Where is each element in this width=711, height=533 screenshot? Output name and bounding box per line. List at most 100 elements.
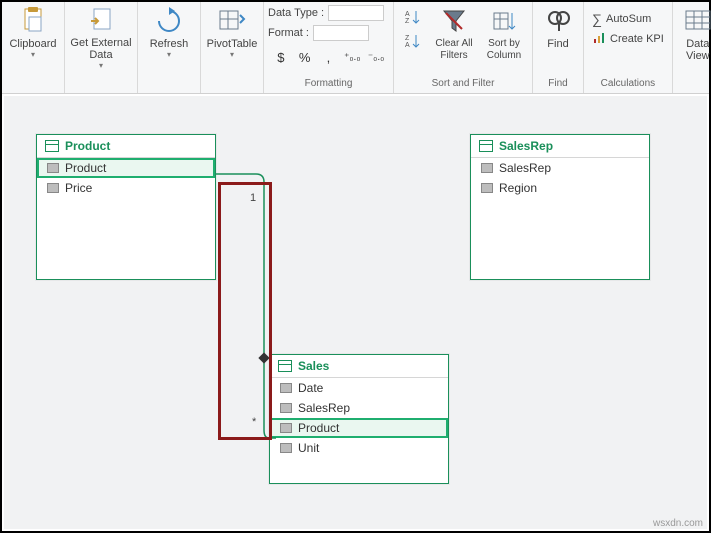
sort-by-column-label: Sort by Column [487, 38, 521, 62]
field-label: Region [499, 181, 537, 195]
column-icon [280, 383, 292, 393]
table-salesrep[interactable]: SalesRep SalesRep Region [470, 134, 650, 280]
formatting-group-label: Formatting [305, 76, 353, 91]
comma-button[interactable]: , [320, 46, 338, 68]
data-view-label: Data View [686, 38, 710, 62]
decrease-decimal-button[interactable]: ⁻₀.₀ [367, 46, 385, 68]
column-icon [47, 163, 59, 173]
table-product-header[interactable]: Product [37, 135, 215, 158]
chevron-down-icon: ▾ [31, 50, 35, 59]
table-icon [45, 140, 59, 152]
sort-by-column-button[interactable]: Sort by Column [480, 4, 528, 70]
field-label: Price [65, 181, 92, 195]
column-icon [47, 183, 59, 193]
group-external-data: Get External Data ▾ [65, 2, 138, 93]
table-sales[interactable]: Sales Date SalesRep Product Unit [269, 354, 449, 484]
table-sales-title: Sales [298, 359, 329, 373]
field-label: Product [298, 421, 339, 435]
data-view-button[interactable]: Data View [677, 4, 711, 70]
datatype-label: Data Type : [268, 7, 324, 19]
clipboard-button[interactable]: Clipboard ▾ [6, 4, 60, 70]
data-view-icon [683, 6, 711, 36]
product-field-product[interactable]: Product [37, 158, 215, 178]
paste-icon [18, 6, 48, 36]
svg-text:A: A [405, 42, 410, 49]
group-dataview: Data View [673, 2, 711, 93]
highlight-box [218, 182, 272, 440]
salesrep-field-salesrep[interactable]: SalesRep [471, 158, 649, 178]
find-icon [543, 6, 573, 36]
table-salesrep-title: SalesRep [499, 139, 553, 153]
chevron-down-icon: ▾ [230, 50, 234, 59]
sales-field-salesrep[interactable]: SalesRep [270, 398, 448, 418]
sales-field-unit[interactable]: Unit [270, 438, 448, 458]
field-label: SalesRep [499, 161, 551, 175]
sort-asc-button[interactable]: AZ [402, 6, 424, 28]
product-field-price[interactable]: Price [37, 178, 215, 198]
field-label: Unit [298, 441, 319, 455]
clear-filter-icon [439, 6, 469, 36]
autosum-label: AutoSum [606, 13, 651, 25]
sort-column-icon [489, 6, 519, 36]
external-data-label: Get External Data [70, 37, 131, 61]
increase-decimal-button[interactable]: ⁺₀.₀ [343, 46, 361, 68]
watermark: wsxdn.com [653, 518, 703, 529]
sales-field-date[interactable]: Date [270, 378, 448, 398]
group-find: Find Find [533, 2, 584, 93]
create-kpi-label: Create KPI [610, 33, 664, 45]
field-label: SalesRep [298, 401, 350, 415]
column-icon [481, 183, 493, 193]
get-external-data-button[interactable]: Get External Data ▾ [69, 4, 133, 70]
table-product-title: Product [65, 139, 110, 153]
table-icon [278, 360, 292, 372]
chevron-down-icon: ▾ [99, 61, 103, 70]
group-calculations: ∑ AutoSum Create KPI Calculations [584, 2, 673, 93]
percent-button[interactable]: % [296, 46, 314, 68]
refresh-button[interactable]: Refresh ▾ [142, 4, 196, 70]
field-label: Product [65, 161, 106, 175]
format-row: Format : [268, 24, 389, 42]
sortfilter-group-label: Sort and Filter [432, 76, 495, 91]
table-sales-header[interactable]: Sales [270, 355, 448, 378]
clipboard-label: Clipboard [9, 38, 56, 50]
group-formatting: Data Type : Format : $ % , ⁺₀.₀ ⁻₀.₀ For… [264, 2, 394, 93]
format-label: Format : [268, 27, 309, 39]
pivottable-icon [217, 6, 247, 36]
diagram-canvas[interactable]: Product Product Price SalesRep SalesRep … [4, 96, 707, 529]
pivottable-button[interactable]: PivotTable ▾ [205, 4, 259, 70]
column-icon [280, 423, 292, 433]
column-icon [280, 443, 292, 453]
currency-button[interactable]: $ [272, 46, 290, 68]
table-product[interactable]: Product Product Price [36, 134, 216, 280]
format-buttons: $ % , ⁺₀.₀ ⁻₀.₀ [268, 44, 389, 70]
format-select[interactable] [313, 25, 369, 41]
calculations-group-label: Calculations [601, 76, 655, 91]
svg-text:Z: Z [405, 18, 410, 25]
column-icon [280, 403, 292, 413]
column-icon [481, 163, 493, 173]
ribbon: Clipboard ▾ Get External Data ▾ Refresh [2, 2, 709, 94]
table-icon [479, 140, 493, 152]
sales-field-product[interactable]: Product [270, 418, 448, 438]
pivottable-label: PivotTable [207, 38, 258, 50]
refresh-icon [154, 6, 184, 36]
svg-text:Z: Z [405, 35, 410, 42]
group-sortfilter: AZ ZA Clear All Filters Sort by Column S… [394, 2, 533, 93]
salesrep-field-region[interactable]: Region [471, 178, 649, 198]
sort-desc-button[interactable]: ZA [402, 30, 424, 52]
table-salesrep-header[interactable]: SalesRep [471, 135, 649, 158]
find-label: Find [547, 38, 568, 50]
create-kpi-button[interactable]: Create KPI [592, 30, 664, 48]
autosum-button[interactable]: ∑ AutoSum [592, 10, 664, 28]
group-refresh: Refresh ▾ [138, 2, 201, 93]
clear-filters-label: Clear All Filters [435, 38, 472, 62]
chevron-down-icon: ▾ [167, 50, 171, 59]
svg-text:A: A [405, 11, 410, 18]
datatype-select[interactable] [328, 5, 384, 21]
field-label: Date [298, 381, 323, 395]
refresh-label: Refresh [150, 38, 189, 50]
datatype-row: Data Type : [268, 4, 389, 22]
find-button[interactable]: Find [537, 4, 579, 70]
external-data-icon [86, 6, 116, 35]
clear-filters-button[interactable]: Clear All Filters [430, 4, 478, 70]
